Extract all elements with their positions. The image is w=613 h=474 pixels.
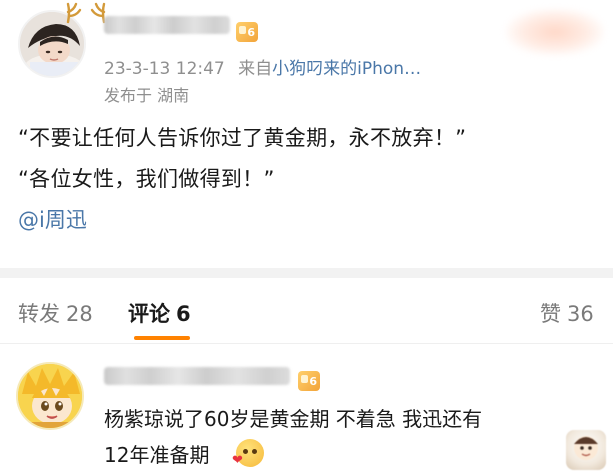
source-prefix: 来自 xyxy=(238,59,273,79)
commenter-level-number: 6 xyxy=(309,374,317,388)
post-location: 发布于 湖南 xyxy=(104,86,190,105)
tab-likes[interactable]: 赞 36 xyxy=(540,298,594,328)
blush-heart-emoji-icon: ❤ xyxy=(232,439,264,468)
weibo-post: 6 23-3-13 12:47 来自小狗叼来的iPhon… 发布于 湖南 “不要… xyxy=(0,0,613,268)
author-name-redacted[interactable] xyxy=(104,16,230,34)
level-badge-number: 6 xyxy=(247,25,255,39)
tab-comments[interactable]: 评论 6 xyxy=(128,298,191,328)
section-divider xyxy=(0,268,613,278)
tab-reposts-label: 转发 xyxy=(18,302,60,326)
post-text-line-2: “各位女性，我们做得到！” xyxy=(18,167,275,191)
commenter-level-badge-icon: 6 xyxy=(298,371,320,391)
post-text-line-1: “不要让任何人告诉你过了黄金期，永不放弃！” xyxy=(18,126,467,150)
anime-avatar-icon xyxy=(18,364,82,428)
tab-likes-count: 36 xyxy=(567,302,594,326)
level-badge-icon: 6 xyxy=(236,22,258,42)
antler-left-icon xyxy=(64,0,86,29)
tab-reposts[interactable]: 转发 28 xyxy=(18,298,93,328)
active-tab-indicator xyxy=(134,336,190,340)
post-timestamp: 23-3-13 12:47 xyxy=(104,59,225,79)
comment-text-line-2: 12年准备期 xyxy=(104,443,210,467)
tab-likes-label: 赞 xyxy=(540,302,561,326)
decor-blur xyxy=(505,8,605,56)
tab-reposts-count: 28 xyxy=(66,302,93,326)
mention-link[interactable]: @i周迅 xyxy=(18,204,87,234)
tab-comments-label: 评论 xyxy=(128,302,170,326)
comment-text-line-1: 杨紫琼说了60岁是黄金期 不着急 我迅还有 xyxy=(104,407,483,431)
tab-comments-count: 6 xyxy=(176,302,191,326)
comment-item: 6 杨紫琼说了60岁是黄金期 不着急 我迅还有 12年准备期 ❤ xyxy=(0,345,613,474)
commenter-name-redacted[interactable] xyxy=(104,367,290,385)
commenter-avatar[interactable] xyxy=(16,362,84,430)
source-link[interactable]: 小狗叼来的iPhon… xyxy=(272,59,421,79)
sticker-icon xyxy=(566,430,606,470)
interaction-tabs: 转发 28 评论 6 赞 36 xyxy=(0,278,613,344)
post-meta: 23-3-13 12:47 来自小狗叼来的iPhon… xyxy=(104,54,421,79)
